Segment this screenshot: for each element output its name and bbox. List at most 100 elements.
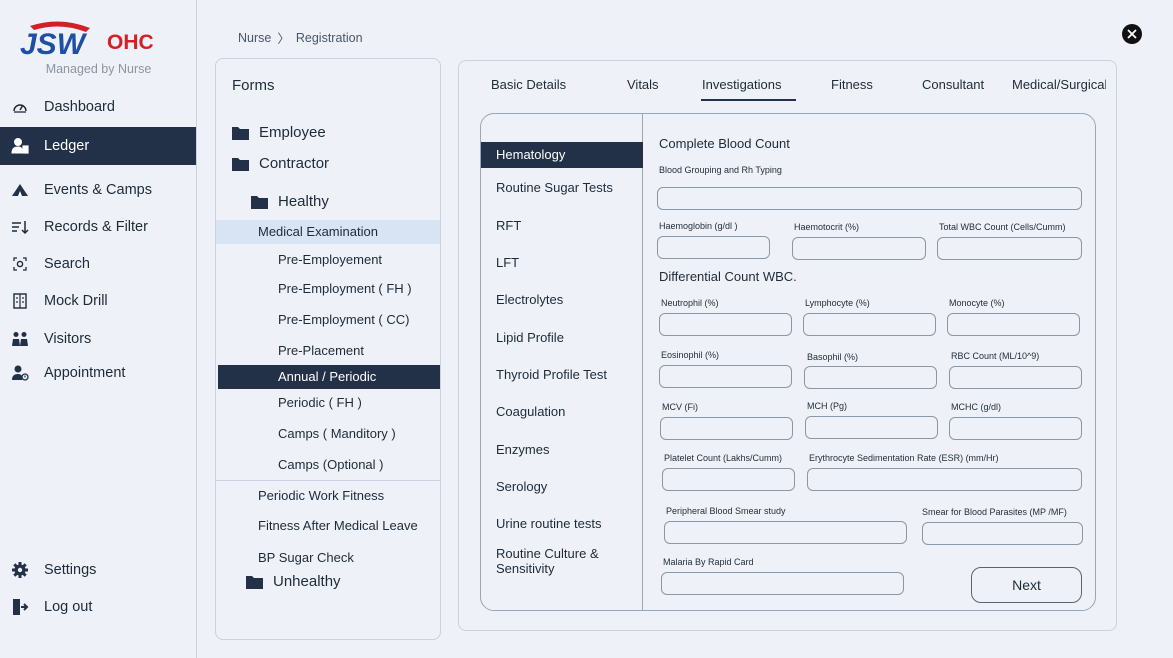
- search-icon: [10, 254, 30, 274]
- tree-item-fitness-after-leave[interactable]: Fitness After Medical Leave: [258, 518, 418, 533]
- subnav-item-rft[interactable]: RFT: [496, 218, 521, 233]
- subnav-item-thyroid[interactable]: Thyroid Profile Test: [496, 367, 607, 382]
- malaria-input[interactable]: [661, 572, 904, 595]
- tree-folder-employee[interactable]: Employee: [232, 124, 326, 141]
- tree-item-annual-periodic[interactable]: Annual / Periodic: [278, 369, 376, 384]
- sidebar-item-settings[interactable]: Settings: [0, 551, 196, 589]
- next-button[interactable]: Next: [971, 567, 1082, 603]
- svg-text:JSW: JSW: [20, 28, 88, 60]
- sidebar-item-label: Mock Drill: [44, 293, 108, 309]
- platelet-input[interactable]: [662, 468, 795, 491]
- tree-label: Camps ( Manditory ): [278, 426, 396, 441]
- sidebar-item-mock-drill[interactable]: Mock Drill: [0, 282, 196, 320]
- logo-subtitle: Managed by Nurse: [45, 62, 152, 76]
- sidebar-item-ledger[interactable]: Ledger: [0, 127, 196, 165]
- label-malaria: Malaria By Rapid Card: [663, 557, 754, 567]
- sidebar-item-visitors[interactable]: Visitors: [0, 320, 196, 358]
- tree-item-periodic-work-fitness[interactable]: Periodic Work Fitness: [258, 488, 384, 503]
- tree-item-pre-employment-cc[interactable]: Pre-Employment ( CC): [278, 312, 409, 327]
- label-lymphocyte: Lymphocyte (%): [805, 298, 870, 308]
- tree-label: Medical Examination: [258, 224, 378, 239]
- subnav-item-culture[interactable]: Routine Culture & Sensitivity: [496, 546, 631, 576]
- tab-fitness[interactable]: Fitness: [831, 77, 873, 92]
- tree-item-periodic-fh[interactable]: Periodic ( FH ): [278, 395, 362, 410]
- tab-medical-surgical-history[interactable]: Medical/Surgical History: [1012, 77, 1106, 92]
- haemoglobin-input[interactable]: [657, 236, 770, 259]
- tree-folder-contractor[interactable]: Contractor: [232, 155, 329, 172]
- subnav-item-hematology[interactable]: Hematology: [496, 147, 565, 162]
- breadcrumb-root[interactable]: Nurse: [238, 31, 271, 45]
- subnav-item-urine[interactable]: Urine routine tests: [496, 516, 602, 531]
- tree-label: Pre-Employement: [278, 252, 383, 267]
- sidebar-item-logout[interactable]: Log out: [0, 588, 196, 626]
- investigations-box: Hematology Routine Sugar Tests RFT LFT E…: [480, 113, 1096, 611]
- haemotocrit-input[interactable]: [792, 237, 926, 260]
- smear-parasites-input[interactable]: [922, 522, 1083, 545]
- mcv-input[interactable]: [660, 417, 793, 440]
- forms-panel: Forms Employee Contractor Healthy Medica…: [215, 58, 441, 640]
- subnav-item-lft[interactable]: LFT: [496, 255, 519, 270]
- eosinophil-input[interactable]: [659, 365, 792, 388]
- building-icon: [10, 291, 30, 311]
- tab-basic-details[interactable]: Basic Details: [491, 77, 566, 92]
- label-mch: MCH (Pg): [807, 401, 847, 411]
- total-wbc-input[interactable]: [937, 237, 1082, 260]
- subnav-item-coagulation[interactable]: Coagulation: [496, 404, 565, 419]
- gear-icon: [10, 560, 30, 580]
- sidebar-item-label: Ledger: [44, 138, 90, 154]
- blood-grouping-input[interactable]: [657, 187, 1082, 210]
- sidebar-item-records-filter[interactable]: Records & Filter: [0, 208, 196, 246]
- forms-title: Forms: [232, 77, 275, 94]
- basophil-input[interactable]: [804, 366, 937, 389]
- tree-item-bp-sugar-check[interactable]: BP Sugar Check: [258, 550, 354, 565]
- tree-item-pre-placement[interactable]: Pre-Placement: [278, 343, 364, 358]
- tree-folder-healthy[interactable]: Healthy: [251, 193, 329, 210]
- tab-vitals[interactable]: Vitals: [627, 77, 659, 92]
- subnav-item-routine-sugar[interactable]: Routine Sugar Tests: [496, 180, 613, 195]
- tree-item-pre-employment-fh[interactable]: Pre-Employment ( FH ): [278, 281, 412, 296]
- folder-icon: [246, 575, 263, 589]
- mchc-input[interactable]: [949, 417, 1082, 440]
- rbc-count-input[interactable]: [949, 366, 1082, 389]
- svg-text:OHC: OHC: [107, 31, 154, 54]
- sidebar-item-dashboard[interactable]: Dashboard: [0, 88, 196, 126]
- tree-label: Employee: [259, 124, 326, 141]
- tree-folder-unhealthy[interactable]: Unhealthy: [246, 573, 341, 590]
- esr-input[interactable]: [807, 468, 1082, 491]
- main-panel: Basic Details Vitals Investigations Fitn…: [458, 60, 1117, 631]
- tree-item-camps-manditory[interactable]: Camps ( Manditory ): [278, 426, 396, 441]
- tree-label: Fitness After Medical Leave: [258, 518, 418, 533]
- sidebar-item-appointment[interactable]: Appointment: [0, 354, 196, 392]
- subnav-item-enzymes[interactable]: Enzymes: [496, 442, 549, 457]
- tree-item-camps-optional[interactable]: Camps (Optional ): [278, 457, 383, 472]
- mch-input[interactable]: [805, 416, 938, 439]
- neutrophil-input[interactable]: [659, 313, 792, 336]
- camp-icon: [10, 180, 30, 200]
- sidebar-item-events-camps[interactable]: Events & Camps: [0, 171, 196, 209]
- sidebar-item-search[interactable]: Search: [0, 245, 196, 283]
- tab-consultant[interactable]: Consultant: [922, 77, 984, 92]
- peripheral-smear-input[interactable]: [664, 521, 907, 544]
- filter-sort-icon: [10, 217, 30, 237]
- subnav-item-lipid-profile[interactable]: Lipid Profile: [496, 330, 564, 345]
- label-eosinophil: Eosinophil (%): [661, 350, 720, 360]
- subnav-item-serology[interactable]: Serology: [496, 479, 547, 494]
- sidebar-item-label: Appointment: [44, 365, 126, 381]
- label-smear-parasites: Smear for Blood Parasites (MP /MF): [922, 507, 1067, 517]
- tree-item-medical-examination[interactable]: Medical Examination: [258, 224, 378, 239]
- close-button[interactable]: [1122, 24, 1142, 44]
- label-basophil: Basophil (%): [807, 352, 859, 362]
- tab-investigations[interactable]: Investigations: [702, 77, 782, 92]
- user-ledger-icon: [10, 136, 30, 156]
- label-blood-grouping: Blood Grouping and Rh Typing: [659, 165, 782, 175]
- visitors-icon: [10, 329, 30, 349]
- label-platelet: Platelet Count (Lakhs/Cumm): [664, 453, 783, 463]
- lymphocyte-input[interactable]: [803, 313, 936, 336]
- label-mcv: MCV (Fi): [662, 402, 698, 412]
- label-mchc: MCHC (g/dl): [951, 402, 1002, 412]
- sidebar-item-label: Search: [44, 256, 90, 272]
- monocyte-input[interactable]: [947, 313, 1080, 336]
- subnav-item-electrolytes[interactable]: Electrolytes: [496, 292, 563, 307]
- tree-item-pre-employement[interactable]: Pre-Employement: [278, 252, 382, 267]
- label-peripheral-smear: Peripheral Blood Smear study: [666, 506, 786, 516]
